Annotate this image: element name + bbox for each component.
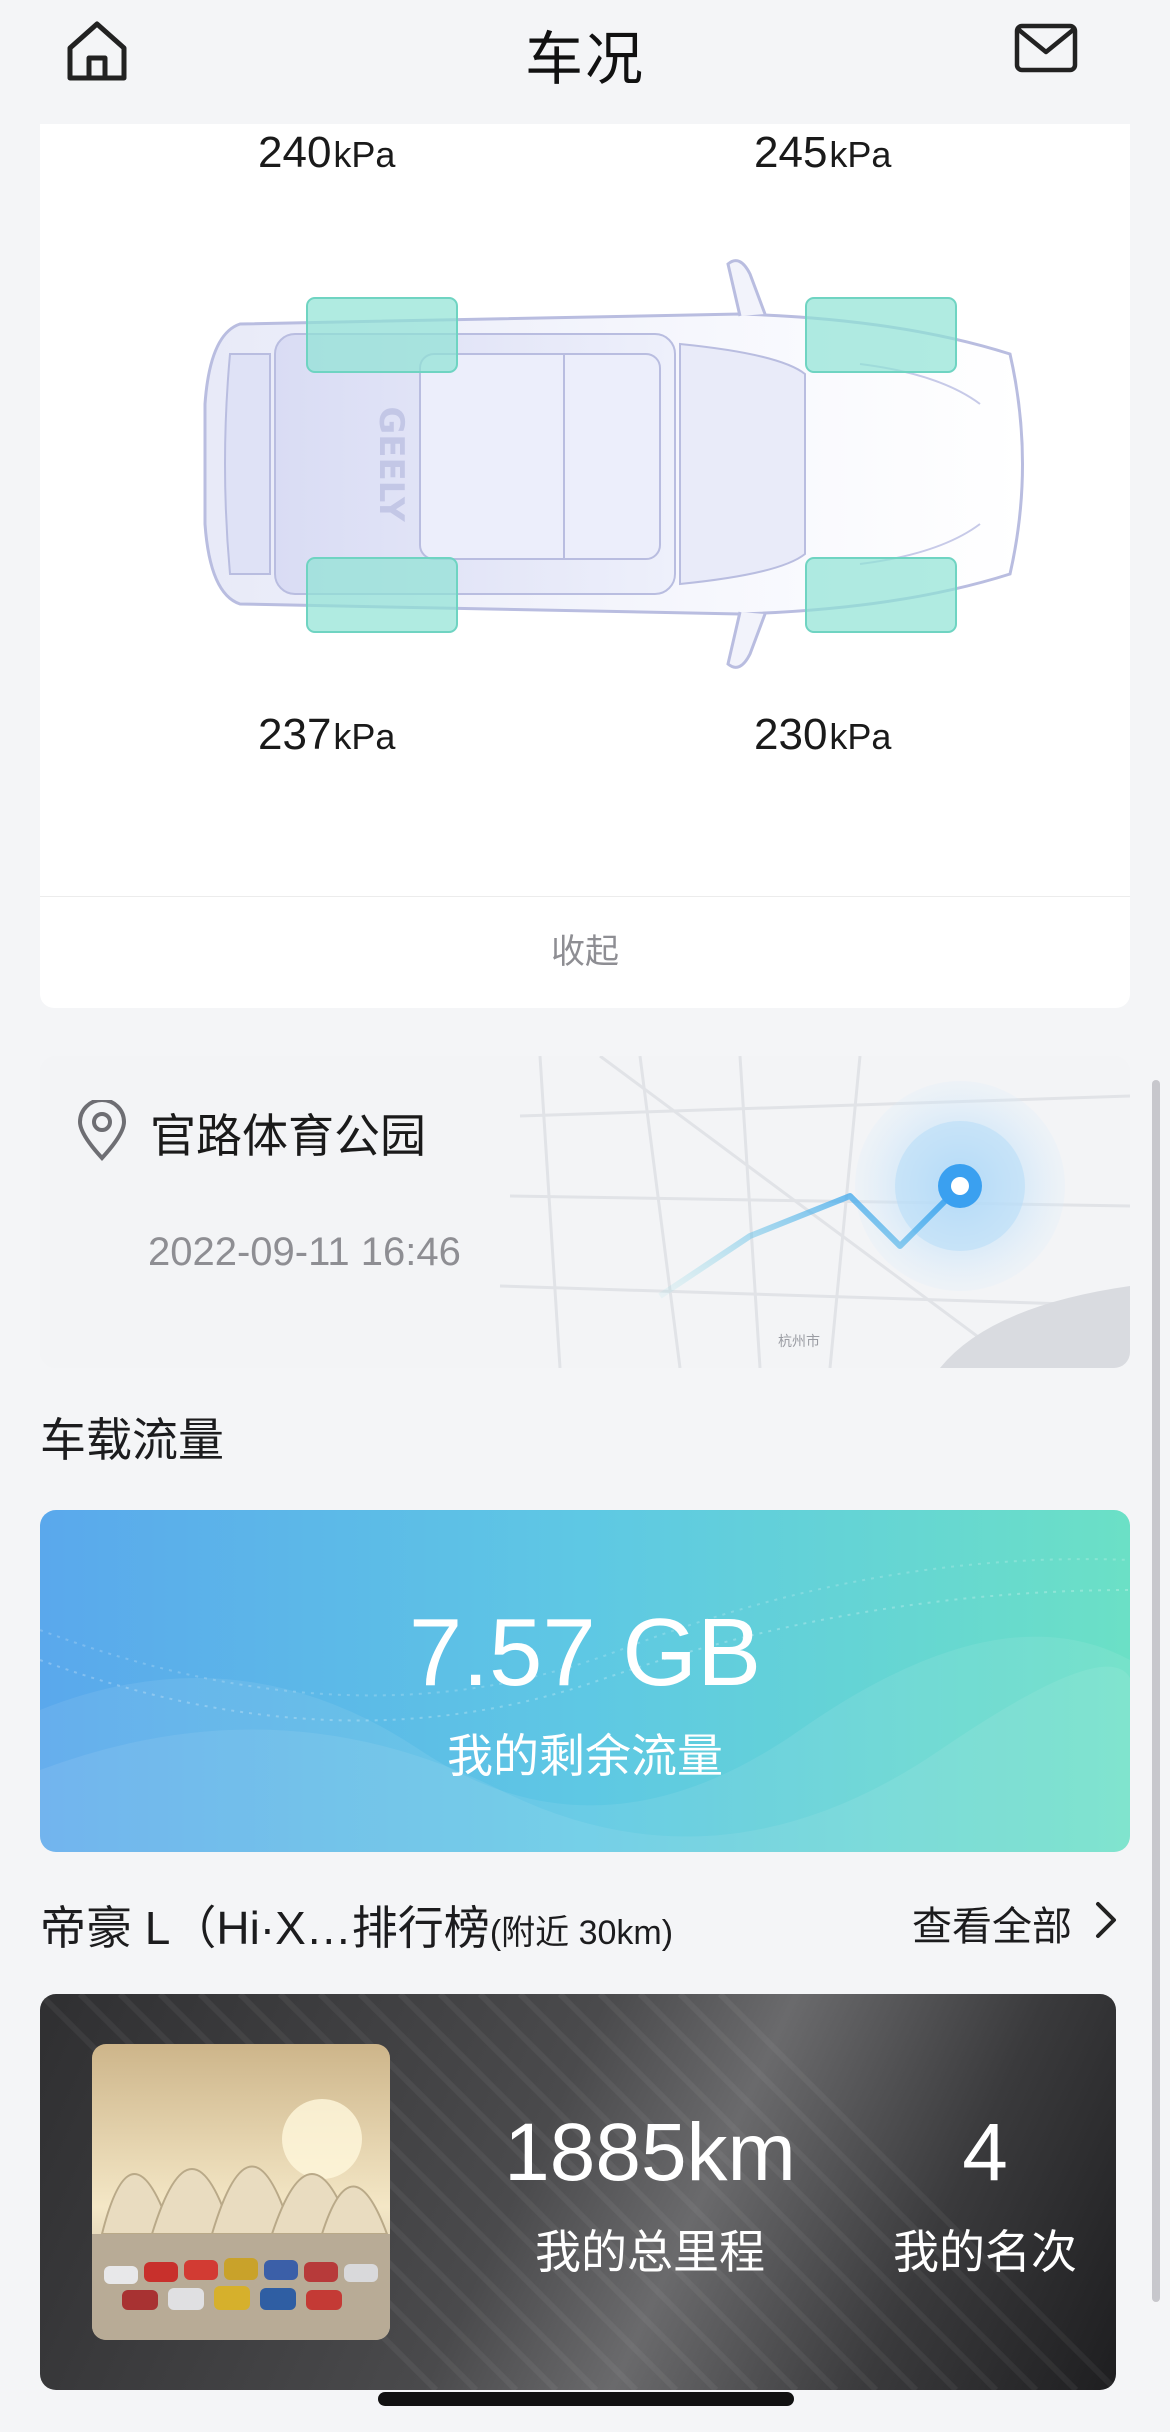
- tire-pressure-front-left: 240kPa: [258, 128, 396, 177]
- location-name: 官路体育公园: [150, 1110, 426, 1162]
- ranking-section-title: 帝豪 L（Hi·X…排行榜(附近 30km): [40, 1892, 673, 1958]
- remaining-data-label: 我的剩余流量: [447, 1730, 723, 1782]
- rank-position-label: 我的名次: [893, 2226, 1077, 2278]
- chevron-right-icon[interactable]: [1092, 1898, 1120, 1942]
- vehicle-location-card[interactable]: 杭州市 官路体育公园 2022-09-11 16:46: [40, 1056, 1130, 1368]
- total-mileage-value: 1885km: [504, 2107, 796, 2198]
- car-top-view-illustration: GEELY: [203, 259, 1024, 669]
- page-title: 车况: [524, 27, 645, 92]
- tire-rear-left-marker: [306, 557, 458, 633]
- scrollbar[interactable]: [1152, 1080, 1160, 2302]
- ranking-subtitle: (附近 30km): [489, 1914, 674, 1952]
- ranking-title: 帝豪 L（Hi·X…排行榜: [40, 1902, 490, 1954]
- tire-rear-right-marker: [805, 557, 957, 633]
- tire-pressure-front-right: 245kPa: [754, 128, 892, 177]
- data-plan-card[interactable]: 7.57 GB 我的剩余流量: [40, 1510, 1130, 1852]
- tire-front-left-marker: [306, 297, 458, 373]
- map-label: 杭州市: [778, 1333, 820, 1350]
- tire-pressure-rear-left: 237kPa: [258, 710, 396, 759]
- divider: [40, 896, 1130, 897]
- remaining-data-value: 7.57 GB: [408, 1599, 762, 1706]
- top-bar: 车况: [0, 0, 1170, 124]
- tire-pressure-card: 240kPa 245kPa GEELY 237kPa 230kPa 收起: [40, 124, 1130, 1008]
- ranking-photo: [92, 2044, 390, 2340]
- location-pin-icon: [77, 1100, 127, 1161]
- see-all-link[interactable]: 查看全部: [912, 1894, 1072, 1952]
- home-indicator[interactable]: [378, 2392, 794, 2406]
- ranking-card[interactable]: 1885km 我的总里程 4 我的名次: [40, 1994, 1116, 2390]
- rank-position-value: 4: [962, 2107, 1008, 2198]
- data-plan-section-title: 车载流量: [40, 1414, 224, 1466]
- tire-pressure-rear-right: 230kPa: [754, 710, 892, 759]
- collapse-button[interactable]: 收起: [40, 924, 1130, 973]
- total-mileage-label: 我的总里程: [535, 2226, 765, 2278]
- car-logo-text: GEELY: [371, 406, 411, 522]
- location-timestamp: 2022-09-11 16:46: [148, 1230, 461, 1274]
- mail-icon[interactable]: [1014, 22, 1078, 74]
- tire-front-right-marker: [805, 297, 957, 373]
